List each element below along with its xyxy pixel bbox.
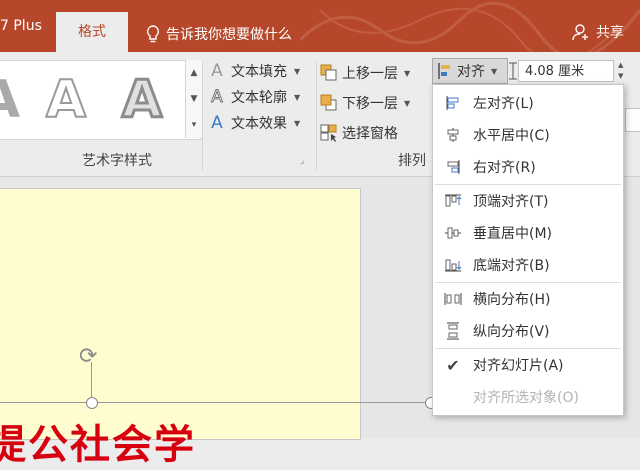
menu-item-label: 垂直居中(M) bbox=[473, 226, 553, 242]
wordart-style-3[interactable]: A bbox=[112, 67, 172, 133]
selection-pane-icon bbox=[320, 124, 337, 142]
send-backward-button[interactable]: 下移一层 ▼ bbox=[320, 88, 410, 118]
dropdown-arrow-icon: ▼ bbox=[294, 66, 301, 76]
text-outline-button[interactable]: A 文本轮廓 ▼ bbox=[208, 84, 300, 110]
align-bottom-icon bbox=[433, 257, 473, 273]
send-backward-label: 下移一层 bbox=[342, 96, 398, 112]
menu-item-distribute-vertical[interactable]: 纵向分布(V) bbox=[433, 317, 623, 345]
text-fill-icon: A bbox=[211, 61, 223, 81]
lightbulb-icon bbox=[146, 25, 160, 43]
menu-divider bbox=[435, 184, 621, 185]
menu-item-align-selected-objects: 对齐所选对象(O) bbox=[433, 383, 623, 411]
dropdown-arrow-icon: ▼ bbox=[294, 92, 301, 102]
align-center-icon bbox=[433, 127, 473, 143]
menu-item-align-to-slide[interactable]: ✔ 对齐幻灯片(A) bbox=[433, 351, 623, 379]
separator bbox=[316, 62, 317, 170]
text-effect-label: 文本效果 bbox=[231, 116, 287, 132]
scroll-up-icon[interactable]: ▲ bbox=[186, 60, 202, 86]
dropdown-arrow-icon: ▼ bbox=[404, 68, 411, 78]
arrange-buttons: 上移一层 ▼ 下移一层 ▼ 选择窗格 bbox=[320, 58, 410, 148]
dialog-launcher-icon[interactable]: ⌟ bbox=[300, 156, 304, 166]
menu-item-align-center[interactable]: 水平居中(C) bbox=[433, 121, 623, 149]
align-top-icon bbox=[433, 193, 473, 209]
separator bbox=[202, 62, 203, 170]
dropdown-arrow-icon: ▼ bbox=[294, 118, 301, 128]
menu-item-label: 横向分布(H) bbox=[473, 292, 551, 308]
text-style-buttons: A 文本填充 ▼ A 文本轮廓 ▼ A 文本效果 ▼ bbox=[208, 58, 300, 136]
align-middle-icon bbox=[433, 225, 473, 241]
send-backward-icon bbox=[320, 94, 337, 111]
wordart-group-label: 艺术字样式 bbox=[82, 153, 152, 169]
gallery-more-icon[interactable]: ▾ bbox=[186, 112, 202, 138]
ribbon-tab-bar: 7 Plus 格式 告诉我你想要做什么 共享 bbox=[0, 0, 640, 52]
align-right-icon bbox=[433, 159, 473, 175]
text-fill-label: 文本填充 bbox=[231, 64, 287, 80]
align-left-icon bbox=[433, 95, 473, 111]
shape-width-input[interactable] bbox=[625, 108, 640, 132]
distribute-horizontal-icon bbox=[433, 291, 473, 307]
menu-item-align-bottom[interactable]: 底端对齐(B) bbox=[433, 251, 623, 279]
dropdown-arrow-icon: ▼ bbox=[491, 66, 498, 76]
selection-pane-button[interactable]: 选择窗格 bbox=[320, 118, 410, 148]
text-fill-button[interactable]: A 文本填充 ▼ bbox=[208, 58, 300, 84]
user-icon bbox=[572, 24, 588, 41]
share-label: 共享 bbox=[596, 25, 624, 41]
gallery-scrollbar[interactable]: ▲ ▼ ▾ bbox=[185, 60, 202, 138]
text-outline-icon: A bbox=[211, 87, 224, 108]
menu-item-label: 左对齐(L) bbox=[473, 96, 534, 112]
height-icon bbox=[509, 62, 517, 80]
align-icon bbox=[438, 63, 450, 79]
slide-title-text[interactable]: 提公社会学 bbox=[0, 412, 196, 470]
menu-item-distribute-horizontal[interactable]: 横向分布(H) bbox=[433, 285, 623, 313]
menu-item-label: 纵向分布(V) bbox=[473, 324, 550, 340]
bring-forward-icon bbox=[320, 64, 337, 81]
menu-item-align-middle[interactable]: 垂直居中(M) bbox=[433, 219, 623, 247]
checkmark-icon: ✔ bbox=[446, 355, 460, 375]
wordart-style-1[interactable]: A bbox=[0, 67, 30, 133]
menu-item-label: 顶端对齐(T) bbox=[473, 194, 549, 210]
text-outline-label: 文本轮廓 bbox=[231, 90, 287, 106]
align-button[interactable]: 对齐 ▼ bbox=[432, 58, 508, 84]
menu-item-align-top[interactable]: 顶端对齐(T) bbox=[433, 187, 623, 215]
tell-me-label: 告诉我你想要做什么 bbox=[166, 27, 292, 43]
text-effect-button[interactable]: A 文本效果 ▼ bbox=[208, 110, 300, 136]
wordart-style-2[interactable]: A bbox=[36, 67, 96, 133]
height-spinner[interactable]: ▲ ▼ bbox=[618, 60, 628, 82]
menu-item-label: 底端对齐(B) bbox=[473, 258, 550, 274]
menu-item-label: 右对齐(R) bbox=[473, 160, 536, 176]
align-label: 对齐 bbox=[457, 64, 485, 80]
scroll-down-icon[interactable]: ▼ bbox=[186, 86, 202, 112]
menu-item-label: 对齐幻灯片(A) bbox=[473, 358, 564, 374]
menu-item-align-left[interactable]: 左对齐(L) bbox=[433, 89, 623, 117]
text-effect-icon: A bbox=[211, 113, 223, 133]
dropdown-arrow-icon: ▼ bbox=[404, 98, 411, 108]
wordart-gallery[interactable]: A A A bbox=[0, 60, 201, 140]
tab-format[interactable]: 格式 bbox=[56, 12, 128, 52]
bring-forward-button[interactable]: 上移一层 ▼ bbox=[320, 58, 410, 88]
align-dropdown-menu: 左对齐(L) 水平居中(C) 右对齐(R) 顶端对齐(T) 垂直居中(M) 底端… bbox=[432, 84, 624, 416]
tab-previous[interactable]: 7 Plus bbox=[0, 18, 42, 34]
selection-pane-label: 选择窗格 bbox=[342, 126, 398, 142]
rotate-handle-icon[interactable]: ⟳ bbox=[79, 344, 97, 369]
menu-item-align-right[interactable]: 右对齐(R) bbox=[433, 153, 623, 181]
shape-height-input[interactable]: 4.08 厘米 bbox=[518, 60, 614, 82]
distribute-vertical-icon bbox=[433, 322, 473, 340]
selection-border bbox=[0, 402, 432, 403]
tell-me-search[interactable]: 告诉我你想要做什么 bbox=[146, 24, 292, 44]
menu-divider bbox=[435, 348, 621, 349]
bring-forward-label: 上移一层 bbox=[342, 66, 398, 82]
menu-item-label: 水平居中(C) bbox=[473, 128, 550, 144]
share-button[interactable]: 共享 bbox=[572, 22, 624, 42]
menu-divider bbox=[435, 282, 621, 283]
menu-item-label: 对齐所选对象(O) bbox=[473, 390, 579, 406]
arrange-group-label: 排列 bbox=[398, 153, 426, 169]
resize-handle[interactable] bbox=[86, 397, 98, 409]
